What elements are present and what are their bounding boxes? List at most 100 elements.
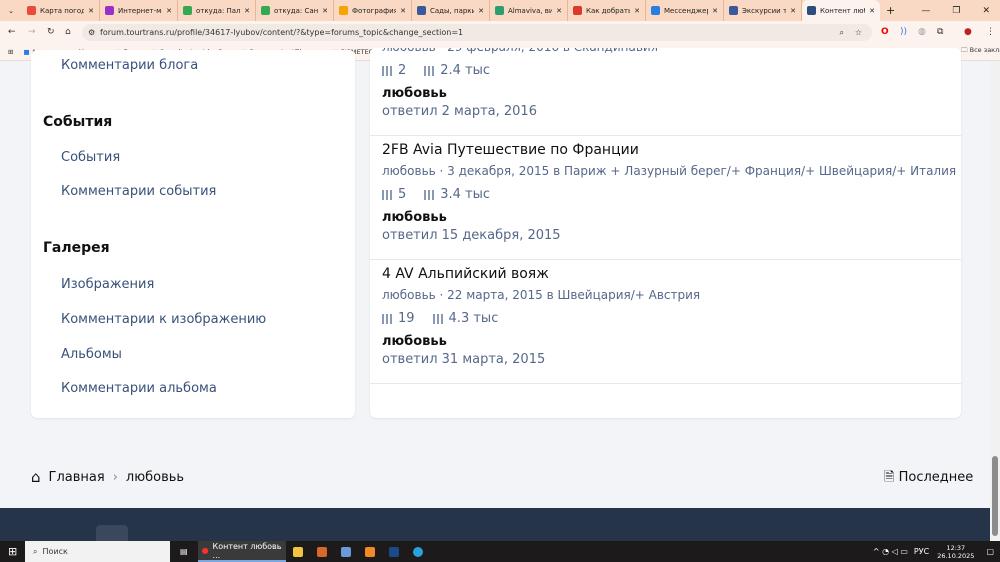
sidebar-item-album-comments[interactable]: Комментарии альбома [61,381,217,396]
close-tab-icon[interactable]: ✕ [166,7,172,15]
topic-meta: любовьь · 29 февраля, 2016 в Скандинавия [382,48,658,54]
tab[interactable]: Карта погоды ✕ [22,0,100,21]
apps-icon[interactable]: ⊞ [8,48,13,56]
opera-icon[interactable]: O [881,27,889,37]
tab[interactable]: Сады, парки, з ✕ [412,0,490,21]
player-icon[interactable] [364,546,375,557]
close-tab-icon[interactable]: ✕ [478,7,484,15]
views-count: 4.3 тыс [432,311,498,326]
tab[interactable]: Фотография —✕ [334,0,412,21]
close-tab-icon[interactable]: ✕ [244,7,250,15]
app2-icon[interactable] [388,546,399,557]
sidebar-item-blog-comments[interactable]: Комментарии блога [61,58,198,73]
breadcrumb-home[interactable]: Главная [49,470,105,485]
site-info-icon[interactable]: ⚙ [88,28,95,37]
tab[interactable]: Интернет-маг ✕ [100,0,178,21]
close-tab-icon[interactable]: ✕ [634,7,640,15]
close-tab-icon[interactable]: ✕ [556,7,562,15]
taskbar-chrome-app[interactable]: ● Контент любовь ... [197,541,286,562]
all-bookmarks[interactable]: 🗀 Все закладки [961,46,1000,57]
tab-search-icon[interactable]: ⌄ [0,7,22,15]
windows-start-icon[interactable]: ⊞ [8,545,17,558]
taskbar-search[interactable]: ⌕ Поиск [25,541,170,562]
replies-count: 5 [382,187,406,202]
tab[interactable]: откуда: Санта✕ [256,0,334,21]
tab-label: Экскурсии тур [742,6,786,15]
clock-date: 26.10.2025 [937,551,975,560]
home-icon[interactable]: ⌂ [65,27,71,37]
extension-icon[interactable]: )) [900,27,907,37]
bar-chart-icon [382,65,392,76]
tab[interactable]: Мессенджер ✕ [646,0,724,21]
minimize-button[interactable]: — [921,6,930,16]
close-window-button[interactable]: ✕ [982,6,990,16]
last-reply-author[interactable]: любовьь [382,210,447,225]
sidebar-header-events: События [43,114,113,130]
replies-count: 2 [382,63,406,78]
sidebar-item-images[interactable]: Изображения [61,277,154,292]
telegram-icon[interactable] [412,546,423,557]
explorer-icon[interactable] [292,546,303,557]
paint-icon[interactable] [340,546,351,557]
sidebar-item-events[interactable]: События [61,150,120,165]
close-tab-icon[interactable]: ✕ [712,7,718,15]
url-input[interactable]: ⚙ forum.tourtrans.ru/profile/34617-lyubo… [82,24,872,41]
menu-icon[interactable]: ⋮ [986,27,995,37]
favicon-icon [27,6,36,15]
sidebar-item-event-comments[interactable]: Комментарии события [61,184,216,199]
last-reply-author[interactable]: любовьь [382,334,447,349]
breadcrumb-current[interactable]: любовьь [126,470,184,485]
favicon-icon [339,6,348,15]
topic-row: 4 AV Альпийский вояж любовьь · 22 марта,… [370,260,961,384]
task-view-icon[interactable]: ▤ [180,547,188,556]
tab-label: Карта погоды [40,6,84,15]
reload-icon[interactable]: ↻ [47,27,55,37]
clock[interactable]: 12:37 26.10.2025 [937,544,974,560]
scrollbar-thumb[interactable] [992,456,998,536]
bar-chart-icon [382,189,392,200]
tab[interactable]: Контент любов ✕ [802,0,880,21]
tab-label: откуда: Палац [196,6,241,15]
scrollbar[interactable] [990,61,1000,542]
profile-avatar[interactable]: ● [964,27,972,37]
sidebar-item-albums[interactable]: Альбомы [61,347,122,362]
new-tab-button[interactable]: + [886,4,895,17]
tab[interactable]: Как добраться ✕ [568,0,646,21]
forward-icon[interactable]: → [28,27,36,37]
breadcrumb: ⌂ Главная › любовьь [31,468,184,486]
tray-icons[interactable]: ^ ◔ ◁ ▭ [873,547,908,556]
back-icon[interactable]: ← [8,27,16,37]
replies-count: 19 [382,311,415,326]
favicon-icon [105,6,114,15]
topic-title[interactable]: 2FB Avia Путешествие по Франции [382,142,639,158]
last-reply-author[interactable]: любовьь [382,86,447,101]
close-tab-icon[interactable]: ✕ [400,7,406,15]
favicon-icon [729,6,738,15]
sidebar-item-image-comments[interactable]: Комментарии к изображению [61,312,266,327]
latest-link[interactable]: 🗎 Последнее [884,468,973,490]
favicon-icon [573,6,582,15]
app-icon[interactable] [316,546,327,557]
zoom-icon[interactable]: ⌕ [840,28,844,38]
favicon-icon [417,6,426,15]
extensions-icon[interactable]: ⧉ [937,27,943,37]
tab[interactable]: Almaviva, визо ✕ [490,0,568,21]
tab-label: Мессенджер [664,6,709,15]
restore-button[interactable]: ❐ [952,6,960,16]
bar-chart-icon [424,65,435,76]
tab[interactable]: Экскурсии тур ✕ [724,0,802,21]
close-tab-icon[interactable]: ✕ [88,7,94,15]
tab-label: Сады, парки, з [430,6,474,15]
language-indicator[interactable]: РУС [914,547,929,556]
globe-icon[interactable]: ◍ [918,27,926,37]
notifications-icon[interactable]: ▢ [986,547,994,556]
bookmark-star-icon[interactable]: ☆ [855,28,862,37]
close-tab-icon[interactable]: ✕ [322,7,328,15]
tab-label: откуда: Санта [274,6,319,15]
taskbar-app-label: Контент любовь ... [212,541,282,560]
close-tab-icon[interactable]: ✕ [869,7,875,15]
taskbar: ⊞ ⌕ Поиск ▤ ● Контент любовь ... ^ ◔ ◁ ▭ Р… [0,541,1000,562]
topic-title[interactable]: 4 AV Альпийский вояж [382,266,549,282]
tab[interactable]: откуда: Палац✕ [178,0,256,21]
close-tab-icon[interactable]: ✕ [790,7,796,15]
